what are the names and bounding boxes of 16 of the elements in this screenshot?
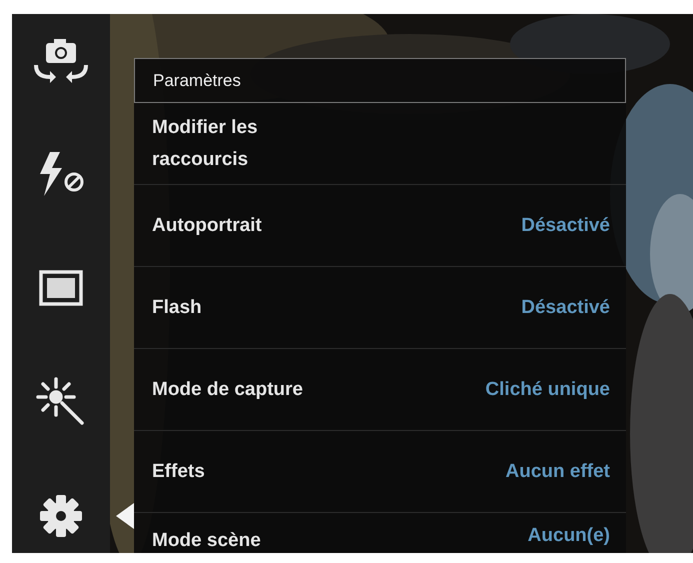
frame-icon	[39, 270, 83, 306]
setting-label[interactable]: Flash	[152, 292, 202, 324]
setting-value: Désactivé	[521, 296, 610, 318]
setting-value: Cliché unique	[485, 378, 610, 400]
setting-value: Aucun(e)	[528, 525, 610, 547]
camera-switch-icon	[34, 37, 88, 83]
settings-icon	[39, 494, 83, 538]
setting-label[interactable]: Effets	[152, 456, 205, 488]
magic-wand-icon	[36, 377, 86, 427]
panel-title: Paramètres	[153, 70, 241, 90]
setting-label[interactable]: Mode scène	[152, 525, 261, 553]
setting-value: Aucun effet	[506, 460, 610, 482]
setting-label[interactable]: Autoportrait	[152, 210, 262, 242]
setting-label[interactable]: Mode de capture	[152, 374, 303, 406]
setting-label[interactable]: Modifier les raccourcis	[152, 112, 352, 176]
setting-value: Désactivé	[521, 214, 610, 236]
